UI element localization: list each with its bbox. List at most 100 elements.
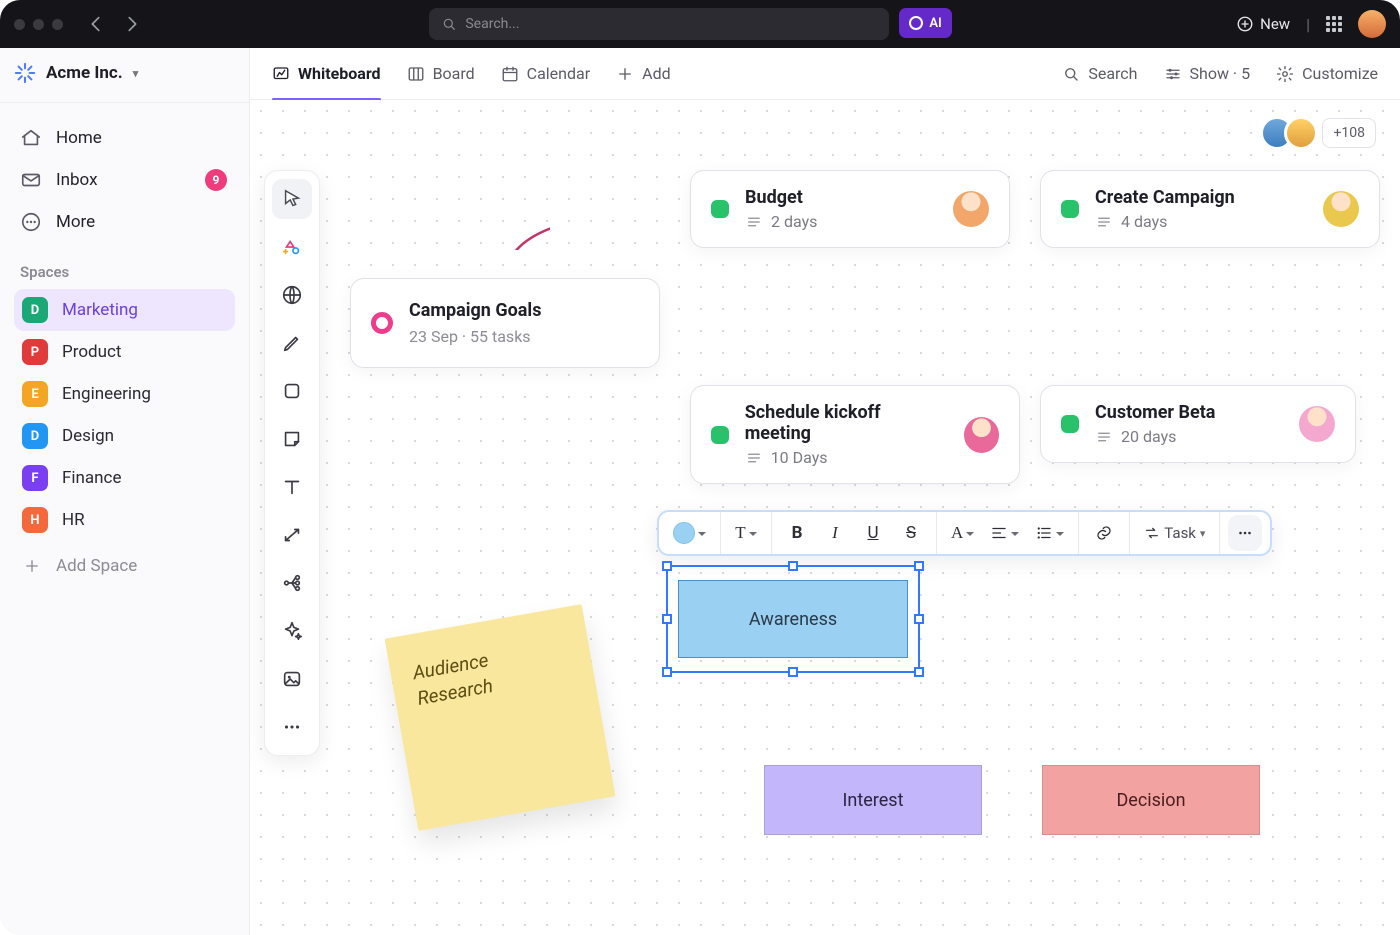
sidebar-item-home[interactable]: Home: [14, 117, 235, 159]
plus-icon: [22, 556, 42, 576]
card-subtitle: 10 Days: [771, 448, 828, 467]
card-subtitle: 20 days: [1121, 427, 1176, 446]
task-card-budget[interactable]: Budget 2 days: [690, 170, 1010, 248]
space-badge: F: [22, 465, 48, 491]
sidebar-item-more[interactable]: More: [14, 201, 235, 243]
assignee-avatar[interactable]: [1299, 406, 1335, 442]
shape-decision[interactable]: Decision: [1042, 765, 1260, 835]
tool-ai[interactable]: [272, 611, 312, 651]
space-label: Marketing: [62, 300, 138, 320]
user-avatar[interactable]: [1358, 10, 1386, 38]
tool-mindmap[interactable]: [272, 563, 312, 603]
apps-icon[interactable]: [1326, 16, 1342, 32]
presence-stack[interactable]: +108: [1270, 116, 1376, 150]
ai-button[interactable]: AI: [899, 8, 951, 38]
inbox-badge: 9: [205, 169, 227, 191]
workspace-switcher[interactable]: Acme Inc. ▾: [14, 62, 235, 84]
bold-button[interactable]: B: [780, 515, 814, 551]
view-search-button[interactable]: Search: [1062, 64, 1137, 83]
text-color-button[interactable]: A: [945, 515, 980, 551]
sliders-icon: [1164, 65, 1182, 83]
tool-shape[interactable]: [272, 371, 312, 411]
card-subtitle: 23 Sep · 55 tasks: [409, 327, 541, 346]
list-button[interactable]: [1029, 515, 1070, 551]
tab-label: Whiteboard: [298, 64, 381, 83]
new-button[interactable]: New: [1236, 15, 1290, 33]
sidebar-space-engineering[interactable]: E Engineering: [14, 373, 235, 415]
sidebar-space-product[interactable]: P Product: [14, 331, 235, 373]
shape-label: Decision: [1116, 790, 1185, 811]
inbox-icon: [20, 169, 42, 191]
tool-connector[interactable]: [272, 515, 312, 555]
presence-more[interactable]: +108: [1322, 118, 1376, 148]
presence-avatar[interactable]: [1284, 116, 1318, 150]
assignee-avatar[interactable]: [964, 417, 999, 453]
sidebar-section-spaces: Spaces: [20, 263, 229, 281]
resize-handle[interactable]: [914, 614, 924, 624]
titlebar: Search... AI New |: [0, 0, 1400, 48]
add-view-button[interactable]: Add: [616, 48, 670, 100]
customize-button[interactable]: Customize: [1276, 64, 1378, 83]
tool-select[interactable]: [272, 179, 312, 219]
italic-button[interactable]: I: [818, 515, 852, 551]
shapes-add-icon: [281, 236, 303, 258]
global-search-input[interactable]: Search...: [429, 8, 889, 40]
resize-handle[interactable]: [662, 614, 672, 624]
customize-label: Customize: [1302, 64, 1378, 83]
assignee-avatar[interactable]: [953, 191, 989, 227]
sidebar: Acme Inc. ▾ Home Inbox 9 More Spaces D M…: [0, 48, 250, 935]
resize-handle[interactable]: [914, 561, 924, 571]
convert-task-button[interactable]: Task ▾: [1138, 515, 1211, 551]
add-space-button[interactable]: Add Space: [14, 545, 235, 587]
list-icon: [1035, 524, 1053, 542]
tool-pen[interactable]: [272, 323, 312, 363]
sidebar-space-design[interactable]: D Design: [14, 415, 235, 457]
shape-label: Interest: [843, 790, 904, 811]
resize-handle[interactable]: [662, 667, 672, 677]
whiteboard-canvas[interactable]: +108: [250, 100, 1400, 935]
sidebar-space-hr[interactable]: H HR: [14, 499, 235, 541]
tab-whiteboard[interactable]: Whiteboard: [272, 48, 381, 100]
task-card-customer-beta[interactable]: Customer Beta 20 days: [1040, 385, 1356, 463]
ellipsis-icon: [281, 716, 303, 738]
sidebar-space-marketing[interactable]: D Marketing: [14, 289, 235, 331]
board-icon: [407, 65, 425, 83]
more-format-button[interactable]: [1228, 515, 1262, 551]
resize-handle[interactable]: [914, 667, 924, 677]
tool-web[interactable]: [272, 275, 312, 315]
sidebar-space-finance[interactable]: F Finance: [14, 457, 235, 499]
task-card-kickoff[interactable]: Schedule kickoff meeting 10 Days: [690, 385, 1020, 484]
shape-awareness[interactable]: Awareness: [678, 580, 908, 658]
task-card-campaign-goals[interactable]: Campaign Goals 23 Sep · 55 tasks: [350, 278, 660, 368]
window-controls[interactable]: [14, 19, 63, 30]
space-label: Design: [62, 426, 114, 446]
tool-sticky[interactable]: [272, 419, 312, 459]
tab-calendar[interactable]: Calendar: [501, 48, 590, 100]
assignee-avatar[interactable]: [1323, 191, 1359, 227]
new-label: New: [1260, 15, 1290, 33]
link-button[interactable]: [1087, 515, 1121, 551]
resize-handle[interactable]: [788, 667, 798, 677]
font-size-button[interactable]: T: [729, 515, 763, 551]
resize-handle[interactable]: [662, 561, 672, 571]
show-button[interactable]: Show · 5: [1164, 64, 1251, 83]
align-button[interactable]: [984, 515, 1025, 551]
underline-button[interactable]: U: [856, 515, 890, 551]
plus-circle-icon: [1236, 15, 1254, 33]
sidebar-item-inbox[interactable]: Inbox 9: [14, 159, 235, 201]
tab-board[interactable]: Board: [407, 48, 475, 100]
tool-templates[interactable]: [272, 227, 312, 267]
resize-handle[interactable]: [788, 561, 798, 571]
tool-text[interactable]: [272, 467, 312, 507]
view-search-label: Search: [1088, 64, 1137, 83]
tool-image[interactable]: [272, 659, 312, 699]
sticky-note[interactable]: Audience Research: [385, 604, 616, 831]
nav-back-button[interactable]: [83, 11, 109, 37]
fill-color-button[interactable]: [667, 515, 712, 551]
shape-interest[interactable]: Interest: [764, 765, 982, 835]
space-label: Finance: [62, 468, 121, 488]
nav-forward-button[interactable]: [119, 11, 145, 37]
strikethrough-button[interactable]: S: [894, 515, 928, 551]
task-card-create-campaign[interactable]: Create Campaign 4 days: [1040, 170, 1380, 248]
tool-more[interactable]: [272, 707, 312, 747]
